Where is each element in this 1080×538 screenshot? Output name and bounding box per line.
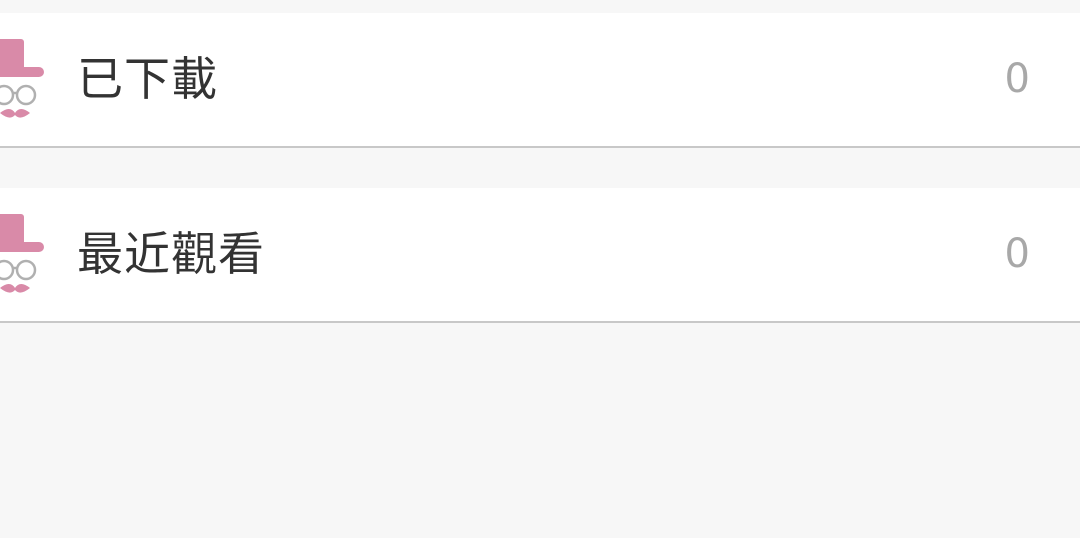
- list-item-downloaded[interactable]: 已下載 0: [0, 13, 1080, 148]
- list-item-label: 已下載: [77, 52, 218, 106]
- gentleman-avatar-icon: [0, 37, 46, 127]
- list-item-count: 0: [1004, 56, 1030, 102]
- gentleman-avatar-icon: [0, 212, 46, 302]
- list-item-label: 最近觀看: [77, 227, 265, 281]
- list-item-count: 0: [1004, 231, 1030, 277]
- list-item-recently-viewed[interactable]: 最近觀看 0: [0, 188, 1080, 323]
